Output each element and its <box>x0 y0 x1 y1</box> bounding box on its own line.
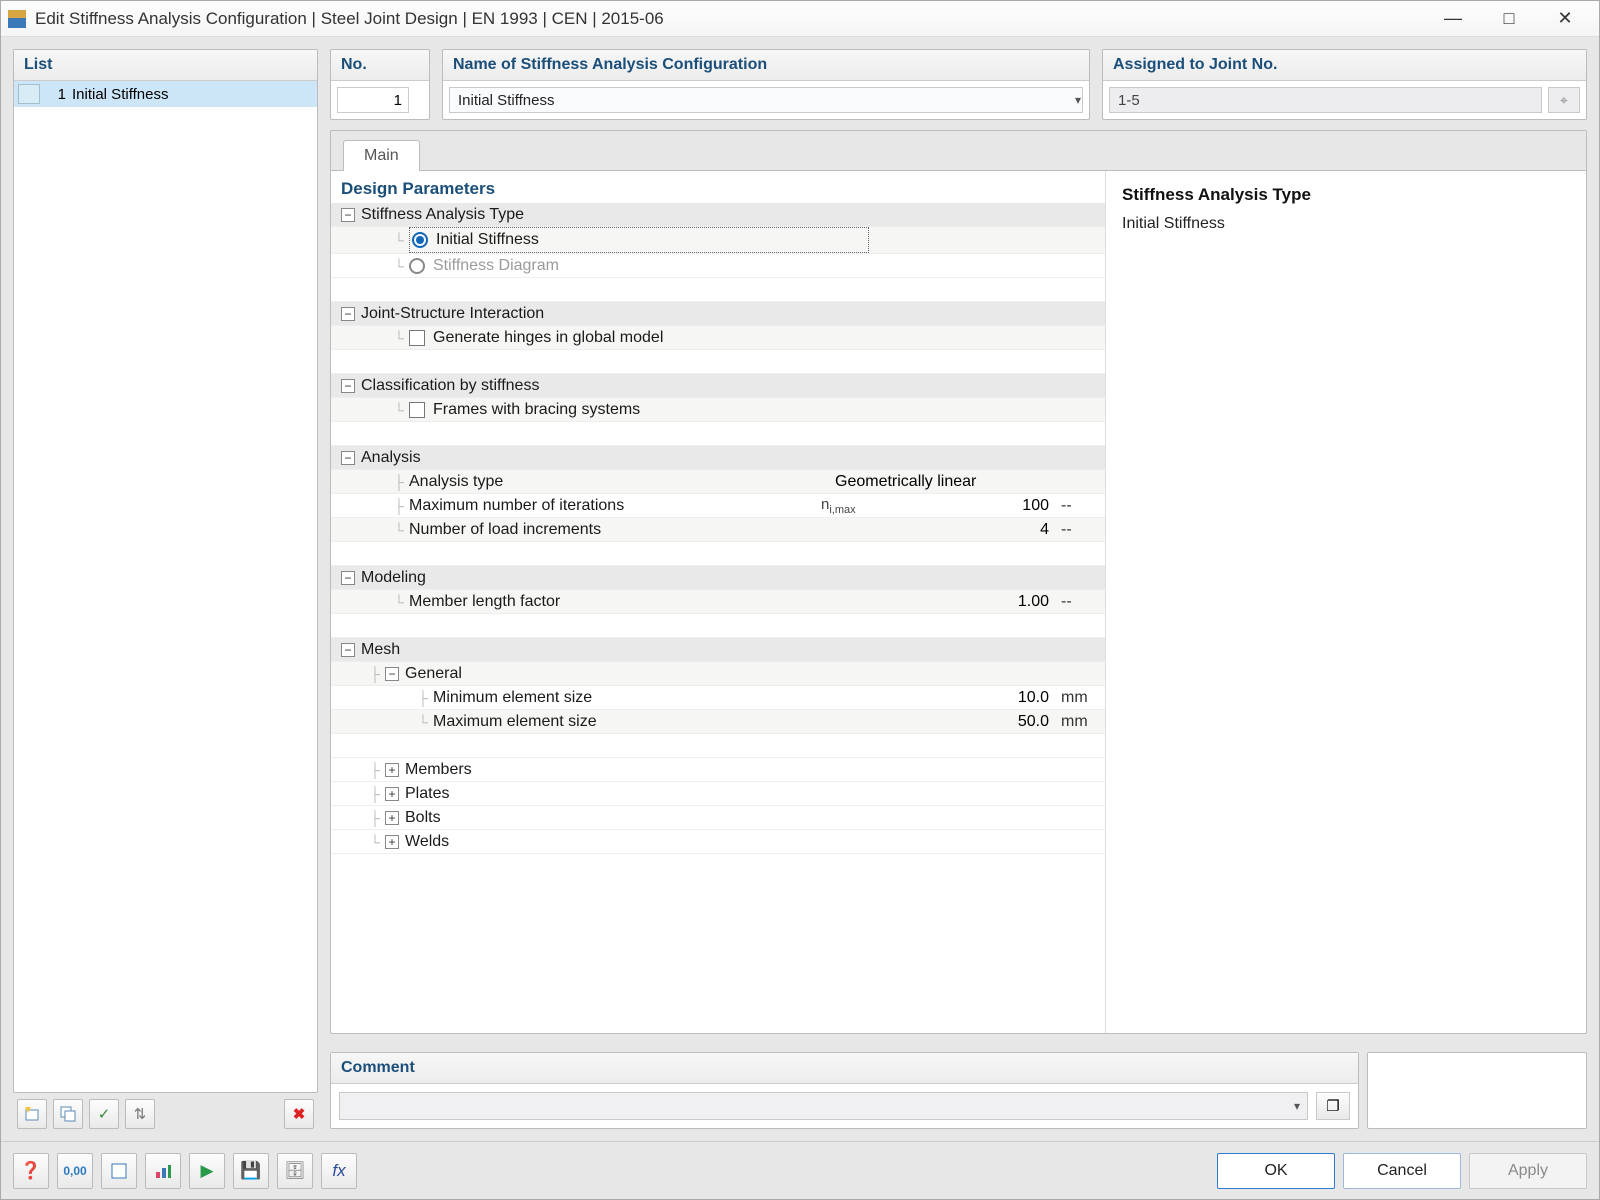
calculate-button[interactable]: ▶ <box>189 1153 225 1189</box>
database-button[interactable]: 🗄 <box>277 1153 313 1189</box>
list-header: List <box>14 50 317 81</box>
list-item-label: Initial Stiffness <box>72 86 168 103</box>
expand-icon[interactable]: + <box>385 787 399 801</box>
check-button[interactable]: ✓ <box>89 1099 119 1129</box>
group-classification[interactable]: − Classification by stiffness <box>331 374 1105 398</box>
tabs: Main <box>331 131 1586 171</box>
list-item-icon <box>18 84 40 104</box>
name-select[interactable] <box>449 87 1083 113</box>
info-title: Stiffness Analysis Type <box>1122 185 1570 205</box>
row-min-element-size[interactable]: ├ Minimum element size 10.0 mm <box>331 686 1105 710</box>
no-input[interactable] <box>337 87 409 113</box>
collapse-icon[interactable]: − <box>341 379 355 393</box>
collapse-icon[interactable]: − <box>341 208 355 222</box>
assigned-input[interactable] <box>1109 87 1542 113</box>
group-modeling[interactable]: − Modeling <box>331 566 1105 590</box>
save-button[interactable]: 💾 <box>233 1153 269 1189</box>
check-bracing-systems[interactable]: └ Frames with bracing systems <box>331 398 1105 422</box>
no-header: No. <box>331 50 429 81</box>
title-bar: Edit Stiffness Analysis Configuration | … <box>1 1 1599 37</box>
radio-initial-stiffness[interactable]: └ Initial Stiffness <box>331 227 1105 254</box>
name-panel: Name of Stiffness Analysis Configuration… <box>442 49 1090 120</box>
copy-comment-button[interactable]: ❐ <box>1316 1092 1350 1120</box>
design-parameters-header: Design Parameters <box>331 171 1105 203</box>
check-generate-hinges[interactable]: └ Generate hinges in global model <box>331 326 1105 350</box>
minimize-button[interactable]: — <box>1425 5 1481 33</box>
group-mesh[interactable]: − Mesh <box>331 638 1105 662</box>
comment-header: Comment <box>331 1053 1358 1084</box>
help-button[interactable]: ❓ <box>13 1153 49 1189</box>
group-analysis[interactable]: − Analysis <box>331 446 1105 470</box>
info-text: Initial Stiffness <box>1122 215 1570 233</box>
group-mesh-bolts[interactable]: ├+ Bolts <box>331 806 1105 830</box>
dialog-window: Edit Stiffness Analysis Configuration | … <box>0 0 1600 1200</box>
collapse-icon[interactable]: − <box>341 451 355 465</box>
collapse-icon[interactable]: − <box>341 643 355 657</box>
row-analysis-type[interactable]: ├ Analysis type Geometrically linear <box>331 470 1105 494</box>
window-title: Edit Stiffness Analysis Configuration | … <box>35 9 1425 29</box>
expand-icon[interactable]: + <box>385 835 399 849</box>
comment-input[interactable] <box>339 1092 1308 1120</box>
function-button[interactable]: fx <box>321 1153 357 1189</box>
row-load-increments[interactable]: └ Number of load increments 4 -- <box>331 518 1105 542</box>
delete-item-button[interactable]: ✖ <box>284 1099 314 1129</box>
info-panel: Stiffness Analysis Type Initial Stiffnes… <box>1106 171 1586 1033</box>
collapse-icon[interactable]: − <box>385 667 399 681</box>
row-member-length-factor[interactable]: └ Member length factor 1.00 -- <box>331 590 1105 614</box>
view-button[interactable] <box>101 1153 137 1189</box>
pick-joint-button[interactable]: ⌖ <box>1548 87 1580 113</box>
sort-button[interactable]: ⇅ <box>125 1099 155 1129</box>
list-panel: List 1 Initial Stiffness <box>13 49 318 1093</box>
group-stiffness-type[interactable]: − Stiffness Analysis Type <box>331 203 1105 227</box>
apply-button[interactable]: Apply <box>1469 1153 1587 1189</box>
parameter-tree: − Stiffness Analysis Type └ Initial Stif… <box>331 203 1105 854</box>
cancel-button[interactable]: Cancel <box>1343 1153 1461 1189</box>
group-mesh-general[interactable]: ├ − General <box>331 662 1105 686</box>
ok-button[interactable]: OK <box>1217 1153 1335 1189</box>
preview-panel <box>1367 1052 1587 1129</box>
comment-panel: Comment ▾ ❐ <box>330 1052 1359 1129</box>
collapse-icon[interactable]: − <box>341 307 355 321</box>
new-item-button[interactable] <box>17 1099 47 1129</box>
radio-stiffness-diagram[interactable]: └ Stiffness Diagram <box>331 254 1105 278</box>
group-joint-interaction[interactable]: − Joint-Structure Interaction <box>331 302 1105 326</box>
expand-icon[interactable]: + <box>385 811 399 825</box>
expand-icon[interactable]: + <box>385 763 399 777</box>
assigned-panel: Assigned to Joint No. ⌖ <box>1102 49 1587 120</box>
row-max-element-size[interactable]: └ Maximum element size 50.0 mm <box>331 710 1105 734</box>
units-button[interactable]: 0,00 <box>57 1153 93 1189</box>
assigned-header: Assigned to Joint No. <box>1103 50 1586 81</box>
app-icon <box>7 9 27 29</box>
tab-main[interactable]: Main <box>343 140 420 171</box>
graph-button[interactable] <box>145 1153 181 1189</box>
duplicate-item-button[interactable] <box>53 1099 83 1129</box>
collapse-icon[interactable]: − <box>341 571 355 585</box>
list-item[interactable]: 1 Initial Stiffness <box>14 81 317 107</box>
name-header: Name of Stiffness Analysis Configuration <box>443 50 1089 81</box>
row-max-iterations[interactable]: ├ Maximum number of iterations ni,max 10… <box>331 494 1105 518</box>
maximize-button[interactable]: □ <box>1481 5 1537 33</box>
group-mesh-welds[interactable]: └+ Welds <box>331 830 1105 854</box>
list-item-no: 1 <box>40 86 72 103</box>
no-panel: No. <box>330 49 430 120</box>
group-mesh-plates[interactable]: ├+ Plates <box>331 782 1105 806</box>
close-button[interactable]: ✕ <box>1537 5 1593 33</box>
group-mesh-members[interactable]: ├+ Members <box>331 758 1105 782</box>
